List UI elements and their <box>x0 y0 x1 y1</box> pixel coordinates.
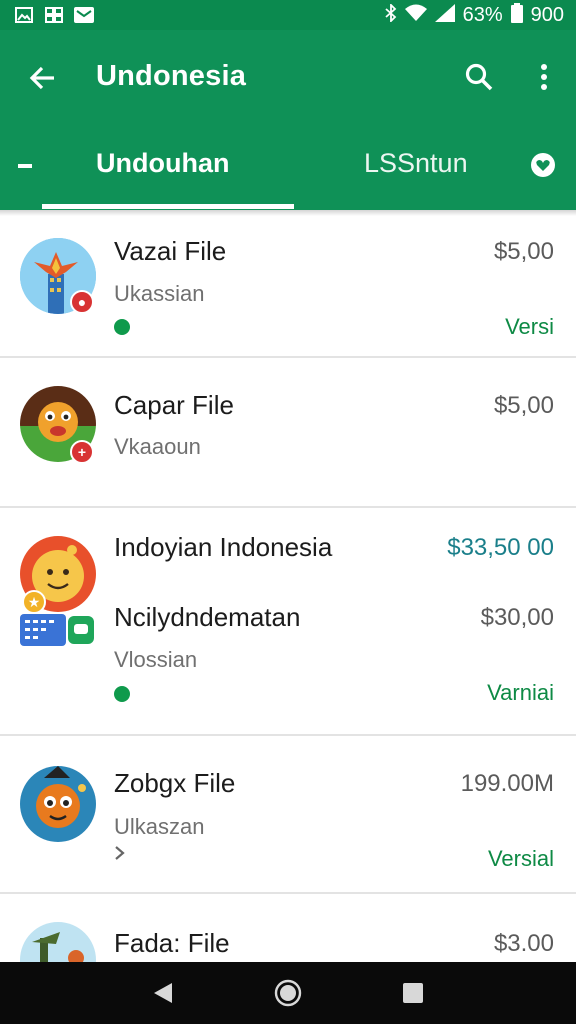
version-link[interactable]: Varniai <box>487 680 554 706</box>
status-badge: ★ <box>22 590 46 614</box>
chevron-right-icon[interactable] <box>114 844 126 867</box>
item-price-secondary: $30,00 <box>480 604 554 631</box>
status-bar: 63% 900 <box>0 0 576 30</box>
chat-app-icon <box>20 612 96 648</box>
item-subtitle: Ukassian <box>114 281 205 306</box>
page-title: Undonesia <box>96 60 247 92</box>
nav-back-button[interactable] <box>143 973 183 1013</box>
item-title: Indoyian Indonesia <box>114 532 333 562</box>
list-item[interactable]: Fada: File $3.00 <box>0 894 576 962</box>
file-list: ● Vazai File $5,00 Ukassian Versi + Capa… <box>0 216 576 962</box>
tab-lssntun[interactable]: LSSntun <box>364 148 468 188</box>
bluetooth-icon <box>384 2 397 26</box>
clock: 900 <box>530 4 564 26</box>
app-avatar <box>20 766 96 842</box>
square-recent-icon <box>403 983 424 1003</box>
item-title: Capar File <box>114 390 234 420</box>
tab-indicator <box>42 204 294 209</box>
search-button[interactable] <box>458 56 500 98</box>
more-vert-icon <box>541 64 547 90</box>
circle-home-icon <box>274 979 302 1007</box>
dash-icon[interactable] <box>18 146 42 186</box>
tab-bar: Undouhan LSSntun <box>0 124 576 210</box>
tab-undouhan[interactable]: Undouhan <box>96 148 229 188</box>
list-item[interactable]: ● Vazai File $5,00 Ukassian Versi <box>0 216 576 358</box>
status-system: 63% 900 <box>384 2 564 27</box>
heart-badge-icon[interactable] <box>530 152 556 178</box>
overflow-menu-button[interactable] <box>526 56 562 98</box>
item-subtitle: Ulkaszan <box>114 814 205 839</box>
system-nav-bar <box>0 962 576 1024</box>
arrow-left-icon <box>29 66 54 90</box>
online-dot <box>114 686 130 702</box>
app-avatar <box>20 922 96 962</box>
nav-home-button[interactable] <box>268 973 308 1013</box>
app-bar: Undonesia <box>0 30 576 124</box>
status-badge: ● <box>70 290 94 314</box>
item-subtitle: Vlossian <box>114 647 198 672</box>
item-price: $5,00 <box>493 392 554 419</box>
item-price: 199.00M <box>460 770 554 797</box>
version-link[interactable]: Versial <box>488 846 554 872</box>
battery-icon <box>510 3 523 27</box>
item-title-secondary: Ncilydndematan <box>114 602 301 632</box>
back-button[interactable] <box>20 56 64 100</box>
item-title: Zobgx File <box>114 768 236 798</box>
item-title: Vazai File <box>114 236 227 266</box>
image-notification-icon <box>14 6 34 24</box>
item-title: Fada: File <box>114 928 230 958</box>
nav-recent-button[interactable] <box>393 973 433 1013</box>
item-price: $3.00 <box>493 930 554 957</box>
battery-percent: 63% <box>462 4 503 26</box>
version-link[interactable]: Versi <box>505 314 554 340</box>
list-item[interactable]: + Capar File $5,00 Vkaaoun <box>0 358 576 508</box>
triangle-back-icon <box>153 983 172 1003</box>
grid-notification-icon <box>44 6 64 24</box>
status-notifications <box>14 6 94 24</box>
signal-icon <box>434 4 455 26</box>
wifi-icon <box>404 4 427 26</box>
mail-notification-icon <box>74 6 94 24</box>
status-badge: + <box>70 440 94 464</box>
search-icon <box>465 63 493 91</box>
list-item[interactable]: ★ Indoyian Indonesia $33,50 00 Ncilydnde… <box>0 508 576 736</box>
item-price: $33,50 00 <box>447 534 554 561</box>
list-item[interactable]: Zobgx File 199.00M Ulkaszan Versial <box>0 736 576 894</box>
online-dot <box>114 319 130 335</box>
item-price: $5,00 <box>493 238 554 265</box>
item-subtitle: Vkaaoun <box>114 434 201 459</box>
